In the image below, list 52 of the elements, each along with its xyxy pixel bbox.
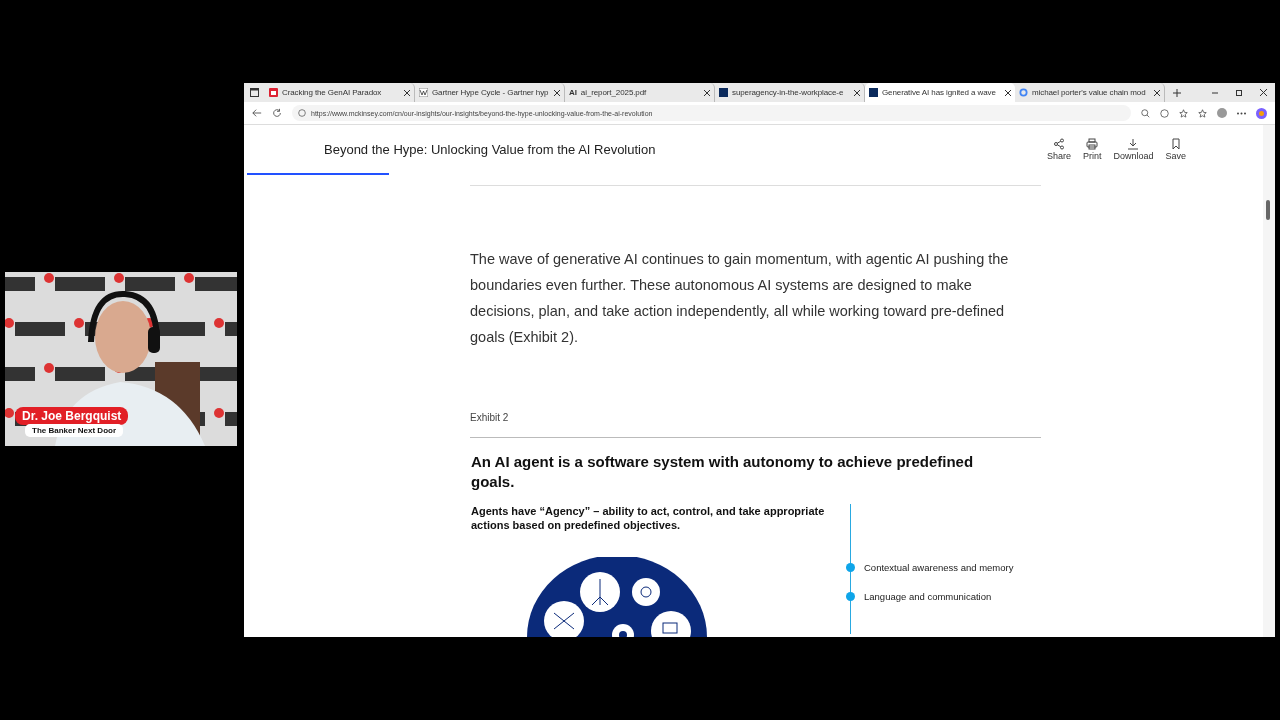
star-icon (1179, 108, 1188, 118)
back-icon (252, 108, 262, 118)
more-circle-icon (1160, 108, 1169, 118)
toolbar-action[interactable]: Share (1046, 137, 1071, 161)
printer-icon (1086, 137, 1099, 150)
close-icon[interactable] (854, 89, 860, 96)
profile-icon[interactable] (1217, 108, 1227, 118)
toolbar-action[interactable]: Print (1082, 137, 1102, 161)
favorites-icon (1198, 108, 1207, 118)
square-icon (869, 88, 878, 97)
download-icon (1127, 137, 1140, 150)
letter-icon (419, 88, 428, 97)
tab-actions-icon[interactable] (250, 88, 259, 97)
document-icon (269, 88, 278, 97)
capability-label: Language and communication (864, 591, 992, 602)
google-icon (1019, 88, 1028, 97)
article-title: Beyond the Hype: Unlocking Value from the AI Revolution (324, 141, 657, 157)
minimize-icon[interactable] (1212, 89, 1218, 96)
share-icon (1052, 137, 1065, 150)
close-icon[interactable] (1154, 89, 1160, 96)
toolbar-action[interactable]: Download (1113, 137, 1154, 161)
tab-favicon: AI (569, 88, 577, 97)
square-icon (719, 88, 728, 97)
bookmark-icon (1169, 137, 1182, 150)
browser-tab[interactable]: michael porter's value chain mod (1015, 83, 1165, 102)
copilot-icon[interactable] (1256, 107, 1267, 119)
plus-icon[interactable] (1173, 88, 1181, 97)
reload-icon (272, 108, 282, 118)
exhibit-label: Exhibit 2 (470, 412, 510, 423)
show-title: The Banker Next Door (25, 424, 124, 437)
scroll-thumb[interactable] (1266, 200, 1270, 220)
close-icon[interactable] (404, 89, 410, 96)
close-icon[interactable] (554, 89, 560, 96)
zoom-icon (1141, 108, 1150, 118)
close-icon[interactable] (704, 89, 710, 96)
article-paragraph: The wave of generative AI continues to gain momentum, with agentic AI pushing the boundaries even further. These autonomous AI systems are designed to make decisions, plan, and take action independently, all while working toward pre-defined goals (Exhibit 2). (470, 250, 1010, 347)
capability-label: Contextual awareness and memory (864, 562, 1014, 573)
close-icon[interactable] (1260, 89, 1267, 96)
exhibit-subheading: Agents have “Agency” – ability to act, control, and take appropriate actions based on predefined objectives. (471, 504, 826, 532)
browser-tab[interactable]: AI ai_report_2025.pdf (565, 83, 715, 102)
browser-tab[interactable]: Gartner Hype Cycle - Gartner hyp (415, 83, 565, 102)
restore-icon[interactable] (1236, 89, 1242, 96)
toolbar-action[interactable]: Save (1165, 137, 1186, 161)
scrollbar[interactable] (1263, 125, 1275, 637)
more-icon[interactable] (1237, 111, 1246, 115)
exhibit-heading: An AI agent is a software system with autonomy to achieve predefined goals. (471, 452, 975, 492)
timeline-dot (846, 563, 855, 572)
browser-tab[interactable]: Generative AI has ignited a wave (865, 83, 1015, 102)
browser-tab[interactable]: Cracking the GenAI Paradox (265, 83, 415, 102)
close-icon[interactable] (1005, 89, 1011, 96)
speaker-name: Dr. Joe Bergquist (15, 407, 129, 425)
timeline-dot (846, 592, 855, 601)
